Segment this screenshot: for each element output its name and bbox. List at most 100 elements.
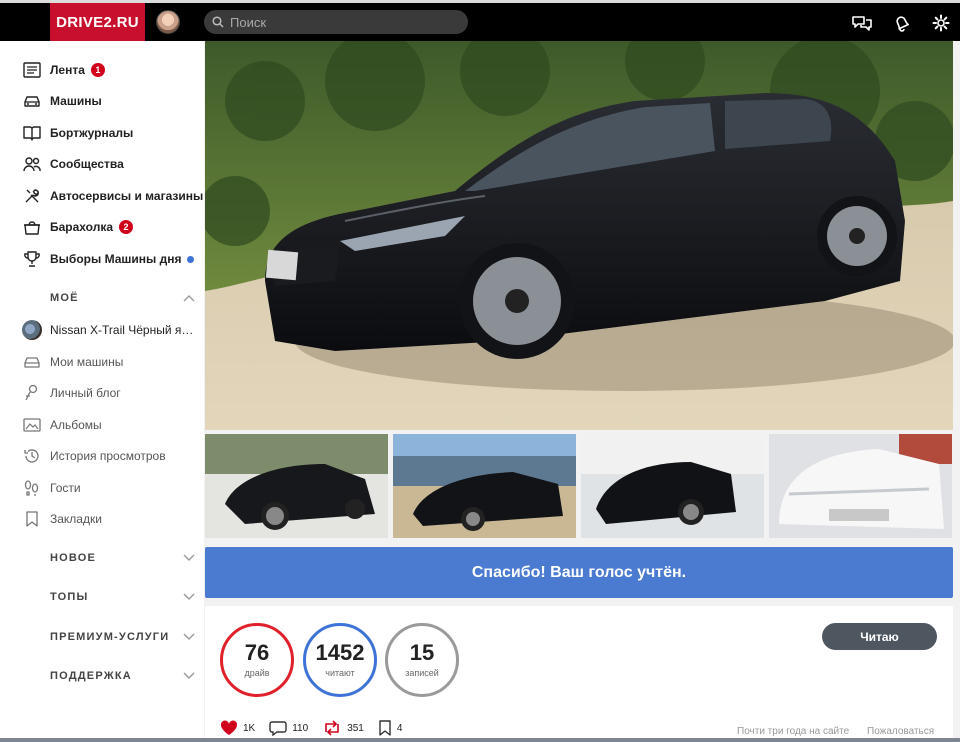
sidebar-item-label: Закладки	[50, 512, 102, 526]
sidebar-item-label: Nissan X-Trail Чёрный я…	[50, 323, 194, 337]
messages-icon[interactable]	[851, 13, 873, 33]
top-header: DRIVE2.RU	[0, 3, 960, 41]
sidebar-item-bookmarks[interactable]: Закладки	[22, 509, 102, 529]
section-label: МОЁ	[50, 292, 79, 304]
logbook-icon	[22, 123, 42, 143]
action-bar: 1K 110 351 4	[220, 720, 416, 736]
reposts-count: 351	[347, 722, 364, 734]
search-input[interactable]	[230, 14, 450, 30]
settings-gear-icon[interactable]	[930, 13, 952, 33]
sidebar-item-label: Машины	[50, 94, 102, 108]
chevron-down-icon	[183, 633, 195, 640]
likes-count: 1K	[243, 722, 256, 734]
like-button[interactable]: 1K	[220, 720, 255, 736]
repost-button[interactable]: 351	[322, 720, 364, 736]
gallery-thumb-2[interactable]	[393, 434, 576, 538]
market-icon	[22, 217, 42, 237]
chevron-down-icon	[183, 554, 195, 561]
sidebar-item-history[interactable]: История просмотров	[22, 446, 166, 466]
vote-confirmation-banner: Спасибо! Ваш голос учтён.	[205, 547, 953, 598]
car-avatar	[22, 320, 42, 340]
chevron-down-icon	[183, 672, 195, 679]
main-car-photo[interactable]	[205, 41, 953, 430]
car-outline-icon	[22, 352, 42, 372]
market-badge: 2	[119, 220, 134, 234]
sidebar-item-label: История просмотров	[50, 449, 166, 463]
comment-icon	[269, 721, 287, 736]
comments-button[interactable]: 110	[269, 720, 308, 736]
sidebar-item-label: Гости	[50, 481, 81, 495]
search-box[interactable]	[204, 10, 468, 34]
bottom-edge-bar	[0, 738, 960, 742]
sidebar-item-car-of-day[interactable]: Выборы Машины дня	[22, 249, 195, 269]
complain-link[interactable]: Пожаловаться	[867, 726, 934, 737]
bookmark-button[interactable]: 4	[378, 720, 403, 736]
chevron-up-icon	[183, 295, 195, 302]
notifications-icon[interactable]	[891, 13, 913, 33]
sidebar-item-label: Личный блог	[50, 386, 121, 400]
sidebar-item-label: Автосервисы и магазины	[50, 189, 204, 203]
search-icon	[212, 16, 224, 28]
new-indicator-dot	[187, 255, 195, 263]
feed-icon	[22, 60, 42, 80]
drive-label: драйв	[244, 668, 270, 678]
section-premium[interactable]: ПРЕМИУМ-УСЛУГИ	[50, 629, 195, 645]
drive-count: 76	[244, 640, 270, 665]
follow-button[interactable]: Читаю	[822, 623, 937, 650]
section-tops[interactable]: ТОПЫ	[50, 589, 195, 605]
sidebar-item-label: Альбомы	[50, 418, 102, 432]
sidebar-item-services[interactable]: Автосервисы и магазины	[22, 186, 203, 206]
section-label: НОВОЕ	[50, 552, 97, 564]
album-icon	[22, 415, 42, 435]
history-icon	[22, 446, 42, 466]
sidebar-item-blog[interactable]: Личный блог	[22, 383, 121, 403]
sidebar-item-label: Сообщества	[50, 157, 124, 171]
chevron-down-icon	[183, 593, 195, 600]
section-label: ПРЕМИУМ-УСЛУГИ	[50, 631, 170, 643]
readers-label: читают	[325, 668, 355, 678]
sidebar-item-my-car[interactable]: Nissan X-Trail Чёрный я…	[22, 320, 193, 340]
sidebar-item-label: Лента	[50, 63, 85, 77]
trophy-icon	[22, 249, 42, 269]
gallery-thumb-1[interactable]	[205, 434, 388, 538]
section-support[interactable]: ПОДДЕРЖКА	[50, 668, 195, 684]
user-avatar[interactable]	[156, 10, 180, 34]
feed-badge: 1	[90, 63, 105, 77]
sidebar-item-albums[interactable]: Альбомы	[22, 415, 102, 435]
section-label: ПОДДЕРЖКА	[50, 670, 132, 682]
sidebar-item-label: Бортжурналы	[50, 126, 134, 140]
sidebar-item-guests[interactable]: Гости	[22, 478, 81, 498]
my-section-header[interactable]: МОЁ	[50, 290, 195, 306]
sidebar-item-communities[interactable]: Сообщества	[22, 154, 124, 174]
section-new[interactable]: НОВОЕ	[50, 550, 195, 566]
sidebar-item-label: Барахолка	[50, 220, 114, 234]
site-logo[interactable]: DRIVE2.RU	[50, 3, 145, 41]
bookmark-icon	[22, 509, 42, 529]
blog-icon	[22, 383, 42, 403]
gallery-thumb-4[interactable]	[769, 434, 952, 538]
heart-icon	[220, 720, 238, 735]
posts-label: записей	[405, 668, 439, 678]
repost-icon	[325, 720, 339, 736]
member-since-text: Почти три года на сайте	[737, 726, 850, 737]
section-label: ТОПЫ	[50, 591, 89, 603]
readers-stat[interactable]: 1452 читают	[303, 623, 377, 697]
bookmarks-count: 4	[396, 722, 403, 734]
posts-count: 15	[409, 640, 435, 665]
people-icon	[22, 154, 42, 174]
comments-count: 110	[292, 722, 309, 734]
sidebar-item-label: Мои машины	[50, 355, 124, 369]
drive-stat[interactable]: 76 драйв	[220, 623, 294, 697]
sidebar-item-logbooks[interactable]: Бортжурналы	[22, 123, 133, 143]
sidebar-item-market[interactable]: Барахолка 2	[22, 217, 134, 237]
car-icon	[22, 91, 42, 111]
sidebar-item-feed[interactable]: Лента 1	[22, 60, 105, 80]
posts-stat[interactable]: 15 записей	[385, 623, 459, 697]
sidebar: Лента 1 Машины Бортжурналы Сообщества Ав…	[0, 41, 204, 742]
gallery-thumb-3[interactable]	[581, 434, 764, 538]
wrench-icon	[22, 186, 42, 206]
sidebar-item-cars[interactable]: Машины	[22, 91, 102, 111]
footprints-icon	[22, 478, 42, 498]
sidebar-item-my-cars[interactable]: Мои машины	[22, 352, 123, 372]
readers-count: 1452	[315, 640, 365, 665]
